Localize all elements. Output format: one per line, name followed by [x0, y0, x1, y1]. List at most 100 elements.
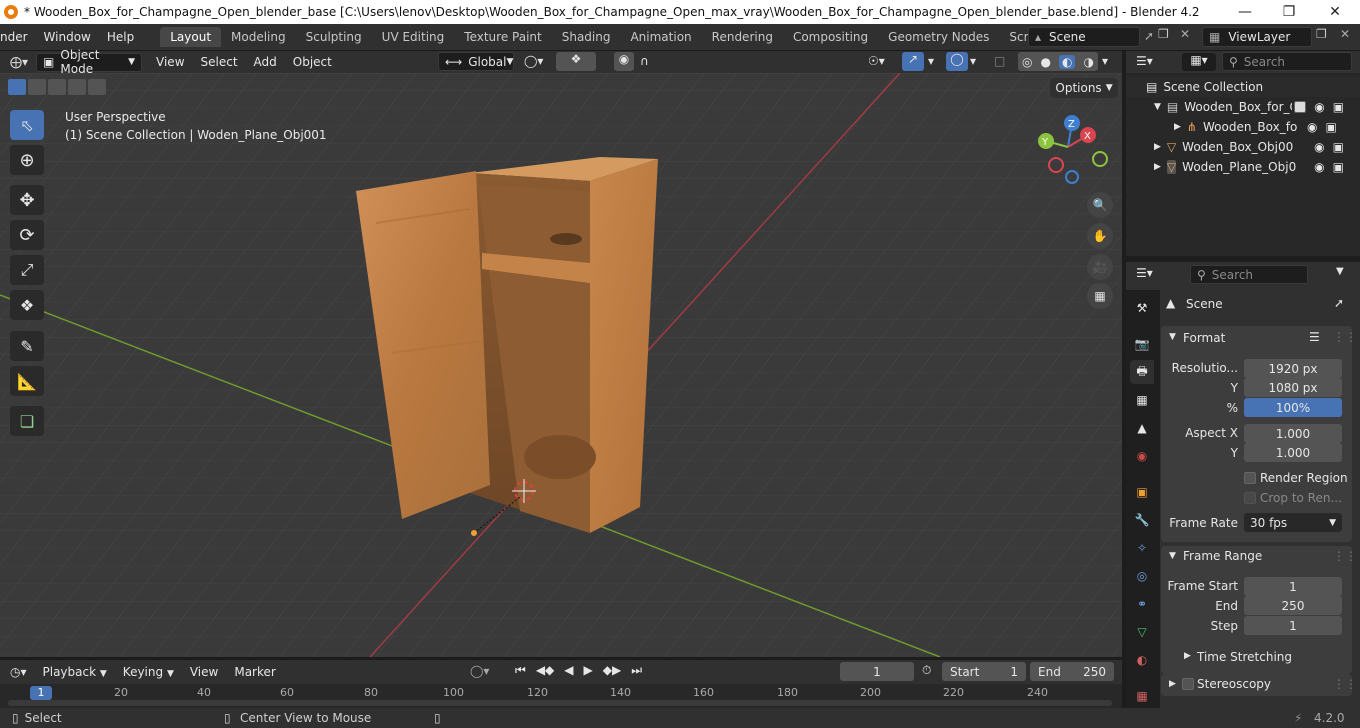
select-intersect-icon[interactable]: [88, 79, 106, 95]
object-tab-icon[interactable]: ▣: [1130, 480, 1154, 504]
outliner-row[interactable]: ▶ ▽ Woden_Plane_Obj0 ◉ ▣: [1126, 157, 1360, 177]
gizmo-menu-icon[interactable]: ▾: [928, 54, 934, 68]
properties-search[interactable]: ⚲ Search: [1190, 265, 1308, 284]
transform-tool[interactable]: ❖: [10, 290, 44, 320]
snap-icon[interactable]: ❖: [556, 52, 596, 71]
camera-render-icon[interactable]: ▣: [1333, 100, 1344, 114]
xray-icon[interactable]: □: [994, 54, 1005, 68]
options-button[interactable]: Options ▼: [1050, 78, 1118, 98]
crop-checkbox[interactable]: [1244, 492, 1256, 504]
delete-scene-icon[interactable]: ✕: [1180, 27, 1190, 41]
rotate-tool[interactable]: ⟳: [10, 220, 44, 250]
resolution-percent-slider[interactable]: 100%: [1244, 398, 1342, 417]
stereoscopy-checkbox[interactable]: [1182, 678, 1194, 690]
select-subtract-icon[interactable]: [48, 79, 66, 95]
frame-start-field[interactable]: 1: [1244, 577, 1342, 596]
chevron-right-icon[interactable]: ▶: [1184, 651, 1191, 661]
outliner-editor-icon[interactable]: ☰▾: [1136, 54, 1153, 68]
world-tab-icon[interactable]: ◉: [1130, 444, 1154, 468]
orientation-selector[interactable]: ⟷ Global ▼: [438, 52, 514, 71]
material-shading-icon[interactable]: ◐: [1059, 54, 1076, 69]
format-header[interactable]: Format: [1183, 331, 1225, 345]
minimize-icon[interactable]: —: [1222, 0, 1268, 24]
menu-timeline-view[interactable]: View: [182, 665, 226, 679]
solid-shading-icon[interactable]: ●: [1041, 55, 1051, 69]
visibility-icon[interactable]: ☉▾: [868, 54, 885, 68]
proportional-edit-icon[interactable]: ◉: [614, 52, 634, 71]
eye-icon[interactable]: ◉: [1314, 160, 1324, 174]
outliner-row[interactable]: ▶ ▽ Woden_Box_Obj00 ◉ ▣: [1126, 137, 1360, 157]
menu-help[interactable]: Help: [99, 30, 142, 44]
menu-view[interactable]: View: [148, 55, 192, 69]
pin-icon[interactable]: ➚: [1144, 29, 1154, 43]
output-tab-icon[interactable]: 🖶: [1130, 360, 1154, 384]
frame-range-header[interactable]: Frame Range: [1183, 549, 1262, 563]
drag-handle-icon[interactable]: ⋮⋮: [1333, 330, 1357, 344]
display-mode-icon[interactable]: ▦▾: [1182, 53, 1216, 71]
stereoscopy-header[interactable]: Stereoscopy: [1197, 677, 1271, 691]
outliner-row[interactable]: ▼ ▤ Wooden_Box_for_C ◉ ▣: [1126, 97, 1360, 117]
perspective-toggle-icon[interactable]: ▦: [1087, 283, 1113, 309]
outliner-row[interactable]: ▶ ⋔ Wooden_Box_fo ◉ ▣: [1126, 117, 1360, 137]
measure-tool[interactable]: 📐: [10, 366, 44, 396]
menu-object[interactable]: Object: [285, 55, 340, 69]
menu-render[interactable]: nder: [0, 30, 36, 44]
tab-rendering[interactable]: Rendering: [702, 27, 783, 47]
scene-tab-icon[interactable]: ▲: [1130, 416, 1154, 440]
properties-editor-icon[interactable]: ☰▾: [1136, 266, 1153, 280]
timeline-ruler[interactable]: 1 20 40 60 80 100 120 140 160 180 200 22…: [0, 684, 1122, 708]
menu-playback[interactable]: Playback ▼: [35, 665, 115, 679]
camera-render-icon[interactable]: ▣: [1333, 140, 1344, 154]
eye-icon[interactable]: ◉: [1307, 120, 1317, 134]
timeline-scrollbar[interactable]: [8, 700, 1112, 706]
select-box-tool[interactable]: ⬁: [10, 110, 44, 140]
constraints-tab-icon[interactable]: ⚭: [1130, 592, 1154, 616]
scene-selector[interactable]: ▴ Scene: [1028, 27, 1140, 47]
move-tool[interactable]: ✥: [10, 185, 44, 215]
menu-marker[interactable]: Marker: [226, 665, 283, 679]
tool-tab-icon[interactable]: ⚒: [1130, 296, 1154, 320]
falloff-icon[interactable]: ∩: [640, 54, 649, 68]
play-icon[interactable]: ▶: [581, 663, 596, 678]
delete-view-layer-icon[interactable]: ✕: [1340, 27, 1350, 41]
prev-keyframe-icon[interactable]: ◀◆: [533, 663, 557, 678]
timer-icon[interactable]: ⏱: [922, 663, 931, 678]
tab-uv-editing[interactable]: UV Editing: [372, 27, 455, 47]
resolution-y-field[interactable]: 1080 px: [1244, 378, 1342, 397]
material-tab-icon[interactable]: ◐: [1130, 648, 1154, 672]
resolution-x-field[interactable]: 1920 px: [1244, 359, 1342, 378]
new-scene-icon[interactable]: ❐: [1158, 27, 1169, 41]
data-tab-icon[interactable]: ▽: [1130, 620, 1154, 644]
next-keyframe-icon[interactable]: ◆▶: [600, 663, 624, 678]
jump-end-icon[interactable]: ⏭: [628, 663, 645, 678]
outliner-search[interactable]: ⚲ Search: [1222, 52, 1352, 71]
aspect-x-field[interactable]: 1.000: [1244, 424, 1342, 443]
tab-shading[interactable]: Shading: [552, 27, 621, 47]
scale-tool[interactable]: ⤢: [10, 255, 44, 285]
tab-geometry-nodes[interactable]: Geometry Nodes: [878, 27, 999, 47]
gizmo-neg-z-icon[interactable]: [1065, 170, 1079, 184]
gizmo-neg-x-icon[interactable]: [1048, 157, 1064, 173]
auto-keying-icon[interactable]: ◯▾: [470, 664, 489, 678]
exclude-checkbox[interactable]: [1294, 101, 1307, 113]
chevron-down-icon[interactable]: ▼: [1169, 551, 1176, 561]
editor-type-icon[interactable]: ⨁▾: [10, 55, 28, 69]
select-new-icon[interactable]: [8, 79, 26, 95]
pan-hand-icon[interactable]: ✋: [1087, 223, 1113, 249]
annotate-tool[interactable]: ✎: [10, 331, 44, 361]
time-stretching-header[interactable]: Time Stretching: [1197, 650, 1292, 664]
menu-select[interactable]: Select: [193, 55, 246, 69]
3d-viewport[interactable]: User Perspective (1) Scene Collection | …: [0, 73, 1122, 657]
cursor-tool[interactable]: ⊕: [10, 145, 44, 175]
camera-view-icon[interactable]: 🎥: [1087, 254, 1113, 280]
aspect-y-field[interactable]: 1.000: [1244, 443, 1342, 462]
chevron-down-icon[interactable]: ▼: [1336, 266, 1344, 277]
jump-start-icon[interactable]: ⏮: [512, 663, 529, 678]
menu-window[interactable]: Window: [36, 30, 99, 44]
frame-end-field[interactable]: 250: [1244, 596, 1342, 615]
end-frame-field[interactable]: End 250: [1030, 662, 1114, 681]
current-frame-field[interactable]: 1: [840, 662, 914, 681]
gizmo-neg-y-icon[interactable]: [1092, 151, 1108, 167]
pivot-icon[interactable]: ◯▾: [524, 54, 543, 68]
drag-handle-icon[interactable]: ⋮⋮: [1333, 677, 1357, 691]
